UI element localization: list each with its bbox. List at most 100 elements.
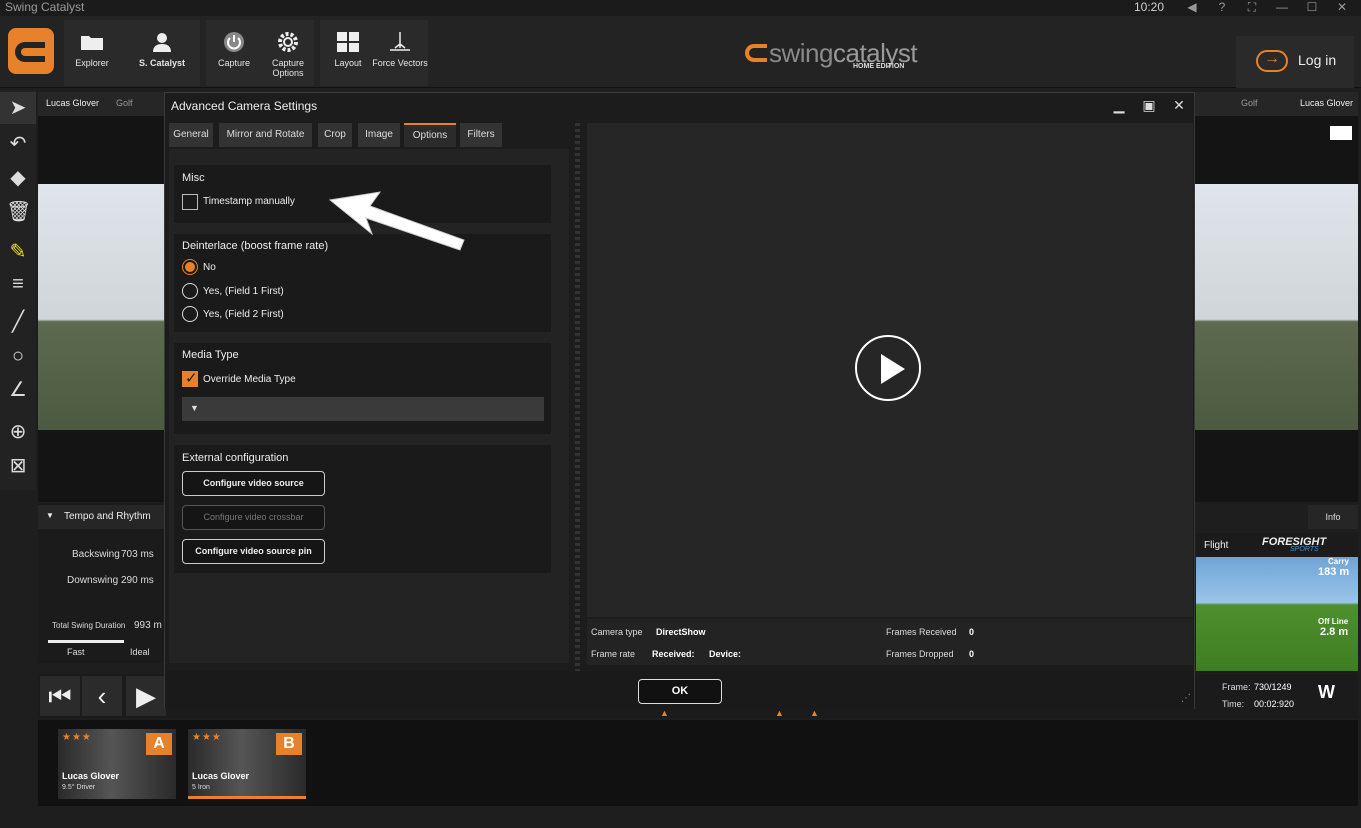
thumb-player: Lucas Glover — [62, 771, 120, 781]
tab-filters[interactable]: Filters — [460, 123, 502, 147]
backswing-label: Backswing — [72, 549, 120, 560]
capture-options-button[interactable]: Capture Options — [260, 20, 316, 86]
step-back-icon[interactable]: ‹ — [82, 676, 122, 716]
duration-bar — [48, 640, 124, 643]
offline-value: 2.8 m — [1320, 626, 1349, 638]
thumb-player: Lucas Glover — [192, 771, 250, 781]
color-pen-icon[interactable]: ✎ — [6, 240, 30, 264]
marker-3-icon[interactable]: ▲ — [810, 708, 819, 718]
media-type-section: Media Type Override Media Type ▼ — [174, 343, 551, 434]
tab-mirror-rotate[interactable]: Mirror and Rotate — [219, 123, 312, 147]
foresight-sub: SPORTS — [1290, 546, 1319, 553]
eraser-icon[interactable]: ◆ — [6, 166, 30, 190]
deinterlace-no-radio[interactable] — [182, 259, 198, 275]
misc-title: Misc — [182, 172, 205, 184]
offline-label: Off Line — [1318, 617, 1349, 626]
user-icon — [153, 33, 171, 52]
toolbar-group-capture: Capture Capture Options — [206, 20, 314, 86]
toolbar-group-nav: Explorer S. Catalyst — [64, 20, 200, 86]
fit-screen-icon[interactable]: ⊠ — [6, 454, 30, 478]
brand-icon — [745, 44, 767, 62]
clock: 10:20 — [1134, 0, 1165, 14]
camera-preview[interactable] — [587, 123, 1193, 617]
external-config-title: External configuration — [182, 452, 289, 464]
collapse-icon[interactable]: ▼ — [46, 511, 54, 520]
trash-icon[interactable]: 🗑 — [6, 200, 31, 224]
downswing-label: Downswing — [67, 575, 119, 586]
maximize-icon[interactable]: ▣ — [1137, 97, 1161, 115]
play-icon[interactable] — [855, 335, 921, 401]
layout-grid-icon — [337, 32, 359, 52]
rating-stars: ★★★ — [192, 732, 222, 743]
time-value: 00:02:920 — [1254, 699, 1295, 709]
marker-2-icon[interactable]: ▲ — [775, 708, 784, 718]
splitter-handle[interactable] — [575, 123, 580, 703]
line-weight-icon[interactable]: ≡ — [6, 272, 30, 296]
title-bar: Swing Catalyst 10:20 ◀ ? ⛶ — ☐ ✕ — [0, 0, 1361, 16]
right-video-pane[interactable]: Golf Lucas Glover — [1195, 92, 1358, 502]
left-tool-strip: ➤ ↶ ◆ 🗑 ✎ ≡ ╱ ○ ∠ ⊕ ⊠ — [0, 90, 36, 490]
gear-icon — [278, 32, 298, 52]
skip-start-icon[interactable]: ⏮ — [40, 676, 80, 716]
flight-tab[interactable]: Flight — [1204, 540, 1228, 551]
circle-tool-icon[interactable]: ○ — [6, 344, 30, 368]
force-vectors-button[interactable]: Force Vectors — [372, 20, 428, 86]
deinterlace-field1-radio[interactable] — [182, 283, 198, 299]
camera-icon[interactable] — [1330, 126, 1352, 140]
fast-label: Fast — [67, 647, 85, 657]
frame-value: 730/1249 — [1254, 682, 1292, 692]
override-media-checkbox[interactable] — [182, 369, 198, 387]
tab-crop[interactable]: Crop — [318, 123, 352, 147]
maximize-icon[interactable]: ☐ — [1302, 0, 1322, 14]
line-tool-icon[interactable]: ╱ — [6, 310, 30, 334]
tab-general[interactable]: General — [169, 123, 213, 147]
layout-button[interactable]: Layout — [320, 20, 376, 86]
media-type-select[interactable]: ▼ — [182, 397, 544, 421]
undo-icon[interactable]: ↶ — [6, 132, 30, 156]
minimize-icon[interactable]: ▁ — [1107, 97, 1131, 115]
deinterlace-field2-radio[interactable] — [182, 306, 198, 322]
pointer-icon[interactable]: ➤ — [6, 96, 30, 120]
left-player-name: Lucas Glover — [46, 98, 100, 108]
login-button[interactable]: Log in — [1236, 36, 1354, 88]
thumbnail-a[interactable]: ★★★ A Lucas Glover 9.5° Driver — [58, 729, 176, 799]
close-icon[interactable]: ✕ — [1167, 97, 1191, 115]
folder-icon — [81, 36, 103, 50]
explorer-button[interactable]: Explorer — [64, 20, 120, 86]
total-duration-value: 993 m — [134, 620, 162, 631]
configure-video-source-button[interactable]: Configure video source — [182, 471, 325, 496]
catalyst-button[interactable]: S. Catalyst — [132, 20, 192, 86]
ok-button[interactable]: OK — [638, 679, 722, 704]
app-logo[interactable] — [8, 28, 54, 74]
annotation-arrow-icon — [328, 191, 465, 251]
zoom-icon[interactable]: ⊕ — [6, 420, 30, 444]
backswing-value: 703 ms — [121, 549, 154, 560]
configure-video-crossbar-button[interactable]: Configure video crossbar — [182, 505, 325, 530]
thumb-badge: A — [146, 733, 172, 755]
external-config-section: External configuration Configure video s… — [174, 445, 551, 573]
thumb-club: 5 Iron — [192, 784, 210, 791]
thumbnail-b[interactable]: ★★★ B Lucas Glover 5 Iron — [188, 729, 306, 799]
info-tab[interactable]: Info — [1308, 505, 1358, 529]
resize-grip-icon[interactable]: ⋰ — [1181, 693, 1191, 704]
fullscreen-icon[interactable]: ⛶ — [1242, 0, 1262, 15]
marker-1-icon[interactable]: ▲ — [660, 708, 669, 718]
dialog-title: Advanced Camera Settings — [171, 99, 318, 113]
tempo-header[interactable]: ▼ Tempo and Rhythm — [38, 505, 166, 529]
tab-image[interactable]: Image — [358, 123, 400, 147]
play-icon[interactable]: ▶ — [126, 676, 166, 716]
help-icon[interactable]: ? — [1212, 0, 1232, 14]
minimize-icon[interactable]: — — [1272, 0, 1292, 14]
tab-options[interactable]: Options — [404, 123, 456, 147]
speaker-icon[interactable]: ◀ — [1182, 0, 1202, 14]
capture-button[interactable]: Capture — [206, 20, 262, 86]
left-video-pane[interactable]: Lucas Glover Golf — [38, 92, 166, 502]
timestamp-checkbox[interactable] — [182, 194, 198, 210]
media-type-title: Media Type — [182, 349, 239, 361]
override-media-label: Override Media Type — [203, 374, 296, 385]
configure-video-source-pin-button[interactable]: Configure video source pin — [182, 539, 325, 564]
rating-stars: ★★★ — [62, 732, 92, 743]
angle-tool-icon[interactable]: ∠ — [6, 378, 30, 402]
close-icon[interactable]: ✕ — [1332, 0, 1352, 14]
left-sport: Golf — [116, 98, 133, 108]
